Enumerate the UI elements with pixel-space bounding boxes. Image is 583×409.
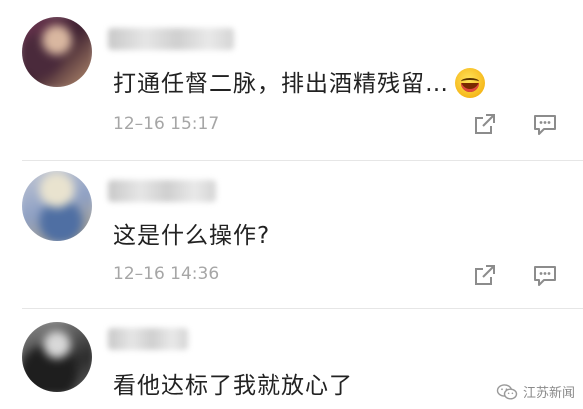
wechat-icon	[496, 383, 518, 401]
username-blurred[interactable]	[108, 180, 216, 202]
divider	[22, 160, 583, 161]
comment-text-content: 打通任督二脉，排出酒精残留…	[113, 71, 449, 97]
username-blurred[interactable]	[108, 28, 234, 50]
reply-comment-icon[interactable]	[531, 110, 559, 138]
share-icon[interactable]	[471, 110, 499, 138]
username-blurred[interactable]	[108, 328, 188, 350]
avatar[interactable]	[22, 322, 92, 392]
divider	[22, 308, 583, 309]
grinning-face-emoji-icon	[455, 67, 485, 98]
comment-timestamp: 12–16 14:36	[113, 264, 220, 284]
comment-text: 打通任督二脉，排出酒精残留…	[113, 64, 485, 100]
reply-comment-icon[interactable]	[531, 261, 559, 289]
avatar[interactable]	[22, 171, 92, 241]
comment-timestamp: 12–16 15:17	[113, 114, 220, 134]
comment-text: 看他达标了我就放心了	[113, 373, 353, 399]
watermark-label: 江苏新闻	[522, 386, 575, 401]
avatar[interactable]	[22, 17, 92, 87]
comment-text: 这是什么操作?	[113, 223, 271, 249]
share-icon[interactable]	[471, 261, 499, 289]
watermark: 江苏新闻	[496, 382, 575, 401]
